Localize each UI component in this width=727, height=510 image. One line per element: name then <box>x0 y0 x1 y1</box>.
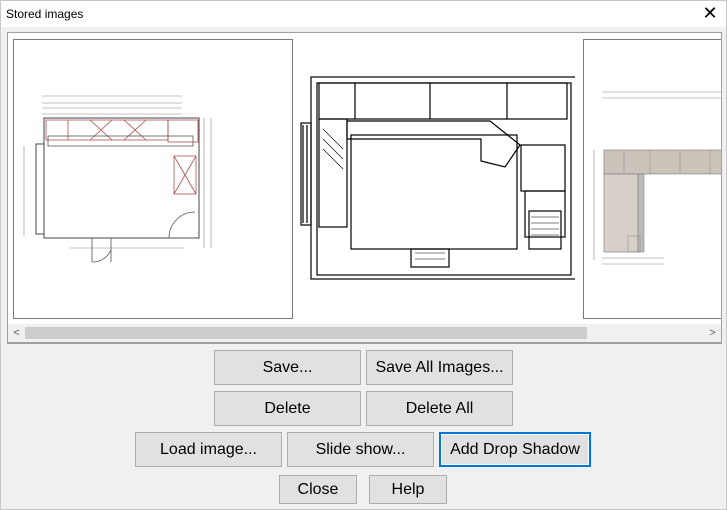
stored-images-dialog: Stored images ✕ < > Save... Save All Ima… <box>0 0 727 510</box>
load-image-button[interactable]: Load image... <box>135 432 282 467</box>
title-bar[interactable]: Stored images ✕ <box>1 1 726 27</box>
floor-plan-thumbnail[interactable] <box>13 39 293 319</box>
scroll-left-icon[interactable]: < <box>8 324 25 342</box>
image-gallery <box>7 32 722 344</box>
help-button[interactable]: Help <box>369 475 447 504</box>
save-button[interactable]: Save... <box>214 350 361 385</box>
floor-plan-image <box>23 95 212 263</box>
elevation-tall-unit <box>603 173 639 253</box>
3d-plan-view-thumbnail[interactable] <box>295 39 575 319</box>
3d-plan-image <box>300 76 575 280</box>
scrollbar-thumb[interactable] <box>25 327 587 339</box>
slide-show-button[interactable]: Slide show... <box>287 432 434 467</box>
delete-button[interactable]: Delete <box>214 391 361 426</box>
close-button[interactable]: Close <box>279 475 357 504</box>
dialog-title: Stored images <box>6 7 84 21</box>
horizontal-scrollbar[interactable]: < > <box>7 324 722 343</box>
elevation-image <box>593 91 721 265</box>
delete-all-button[interactable]: Delete All <box>366 391 513 426</box>
elevation-thumbnail[interactable] <box>583 39 721 319</box>
scroll-right-icon[interactable]: > <box>704 324 721 342</box>
save-all-images-button[interactable]: Save All Images... <box>366 350 513 385</box>
elevation-wall-units <box>603 149 721 175</box>
close-icon[interactable]: ✕ <box>700 3 720 23</box>
add-drop-shadow-button[interactable]: Add Drop Shadow <box>439 432 591 467</box>
